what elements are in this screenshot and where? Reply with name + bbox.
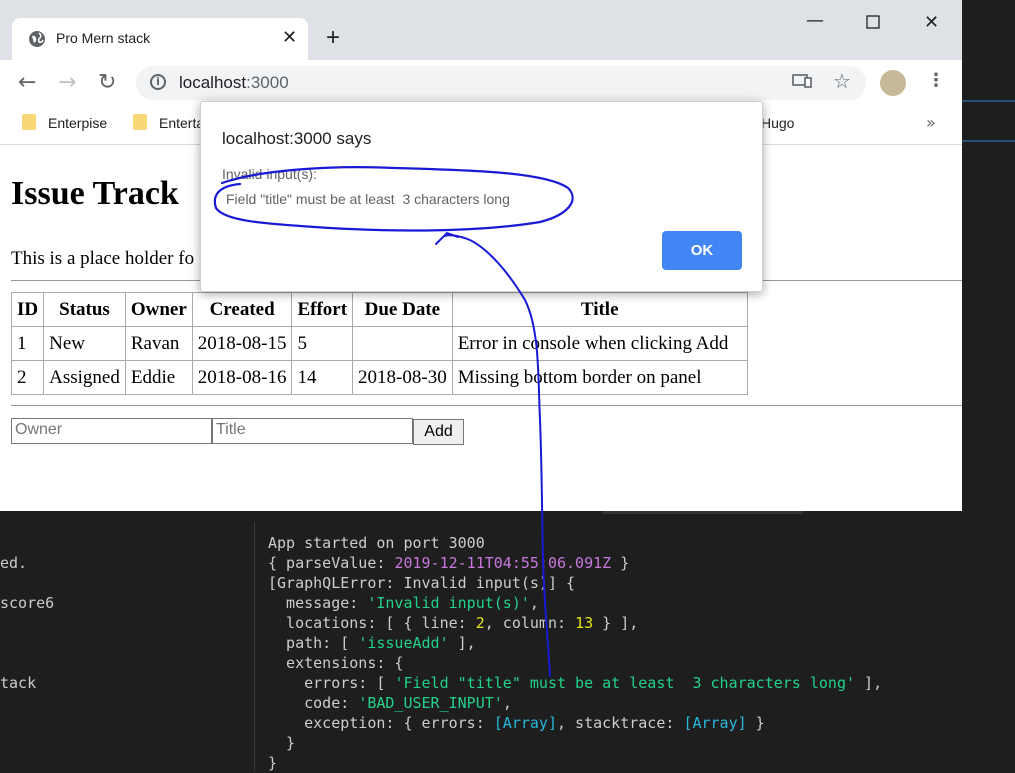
reload-icon[interactable]: ↻ — [98, 70, 116, 95]
editor-highlight — [962, 100, 1015, 102]
table-cell — [352, 326, 453, 361]
terminal-line: App started on port 3000 — [268, 534, 485, 552]
info-icon[interactable]: i — [150, 74, 166, 90]
table-cell: Ravan — [124, 326, 193, 361]
table-cell: 5 — [291, 326, 354, 361]
column-header: Title — [451, 292, 748, 327]
column-header: Created — [191, 292, 293, 327]
minimize-icon[interactable]: — — [806, 10, 824, 31]
avatar[interactable] — [880, 70, 906, 96]
column-header: Status — [43, 292, 126, 327]
owner-input[interactable]: Owner — [11, 418, 212, 444]
editor-strip — [962, 0, 1015, 510]
issue-table: ID Status Owner Created Effort Due Date … — [10, 292, 748, 395]
table-cell: New — [43, 326, 126, 361]
terminal-left-line: tack — [0, 674, 37, 692]
column-header: ID — [10, 292, 45, 327]
terminal-left-pane: ed. score6 tack — [0, 510, 254, 770]
browser-window: Pro Mern stack ✕ + — ✕ ← → ↻ i localhost… — [0, 0, 962, 511]
column-header: Due Date — [352, 292, 453, 327]
dialog-error-detail: Field "title" must be at least 3 charact… — [226, 191, 510, 207]
table-row: 1 New Ravan 2018-08-15 5 Error in consol… — [10, 326, 748, 361]
bookmark-item[interactable]: Enterta — [133, 114, 204, 132]
address-bar[interactable]: i localhost:3000 ☆ — [136, 66, 866, 100]
tab-title: Pro Mern stack — [56, 30, 151, 46]
terminal-output: App started on port 3000 { parseValue: 20… — [268, 533, 882, 773]
terminal-line: extensions: { — [268, 654, 404, 672]
terminal-line: message: 'Invalid input(s)', — [268, 594, 539, 612]
table-row: 2 Assigned Eddie 2018-08-16 14 2018-08-3… — [10, 360, 748, 395]
cast-icon[interactable] — [792, 73, 812, 94]
table-cell: 14 — [291, 360, 354, 395]
terminal-left-line: score6 — [0, 594, 55, 612]
page-title: Issue Track — [11, 175, 179, 212]
window-close-icon[interactable]: ✕ — [924, 12, 939, 33]
add-button[interactable]: Add — [413, 419, 464, 445]
table-cell: 1 — [10, 326, 45, 361]
browser-toolbar: ← → ↻ i localhost:3000 ☆ ⋮ — [0, 60, 962, 106]
back-arrow-icon[interactable]: ← — [18, 70, 36, 95]
url-text: localhost:3000 — [179, 73, 289, 92]
terminal-divider[interactable] — [254, 522, 255, 772]
table-cell: Eddie — [124, 360, 193, 395]
folder-icon — [22, 114, 36, 131]
new-tab-button[interactable]: + — [326, 24, 340, 52]
table-cell: 2 — [10, 360, 45, 395]
forward-arrow-icon[interactable]: → — [58, 70, 76, 95]
column-header: Owner — [124, 292, 193, 327]
terminal-line: } — [268, 754, 278, 772]
terminal-line: locations: [ { line: 2, column: 13 } ], — [268, 614, 639, 632]
placeholder-text: This is a place holder fo — [11, 248, 195, 269]
table-header-row: ID Status Owner Created Effort Due Date … — [10, 292, 748, 327]
table-cell: Error in console when clicking Add — [451, 326, 748, 361]
bookmark-item[interactable]: Enterpise — [22, 114, 107, 132]
maximize-icon[interactable] — [866, 14, 880, 33]
bookmarks-more-icon[interactable]: » — [926, 113, 936, 132]
browser-tab[interactable]: Pro Mern stack ✕ — [12, 18, 308, 60]
divider — [11, 405, 962, 406]
terminal-line: path: [ 'issueAdd' ], — [268, 634, 476, 652]
table-cell: 2018-08-15 — [191, 326, 293, 361]
table-cell: Assigned — [43, 360, 126, 395]
star-icon[interactable]: ☆ — [833, 69, 851, 93]
dialog-message: Invalid input(s): — [222, 166, 317, 182]
terminal-panel: ✕ ed. score6 tack App started on port 30… — [0, 488, 1015, 773]
table-cell: 2018-08-16 — [191, 360, 293, 395]
editor-highlight — [962, 140, 1015, 142]
dialog-title: localhost:3000 says — [222, 129, 372, 148]
folder-icon — [133, 114, 147, 131]
terminal-line: } — [268, 734, 296, 752]
bookmark-item[interactable]: Hugo — [761, 115, 794, 131]
column-header: Effort — [291, 292, 354, 327]
table-cell: Missing bottom border on panel — [451, 360, 748, 395]
terminal-left-line: ed. — [0, 554, 28, 572]
tab-strip: Pro Mern stack ✕ + — ✕ — [0, 0, 962, 60]
terminal-scrollbar[interactable] — [603, 511, 803, 514]
title-input[interactable]: Title — [212, 418, 413, 444]
close-icon[interactable]: ✕ — [282, 27, 297, 48]
terminal-line: exception: { errors: [Array], stacktrace… — [268, 714, 765, 732]
table-cell: 2018-08-30 — [352, 360, 453, 395]
more-menu-icon[interactable]: ⋮ — [927, 70, 945, 91]
terminal-line: { parseValue: 2019-12-11T04:55:06.091Z } — [268, 554, 630, 572]
terminal-line: [GraphQLError: Invalid input(s)] { — [268, 574, 576, 592]
globe-icon — [29, 31, 45, 47]
alert-dialog: localhost:3000 says Invalid input(s): Fi… — [200, 101, 763, 292]
terminal-line: code: 'BAD_USER_INPUT', — [268, 694, 512, 712]
terminal-line: errors: [ 'Field "title" must be at leas… — [268, 674, 883, 692]
ok-button[interactable]: OK — [662, 231, 742, 270]
